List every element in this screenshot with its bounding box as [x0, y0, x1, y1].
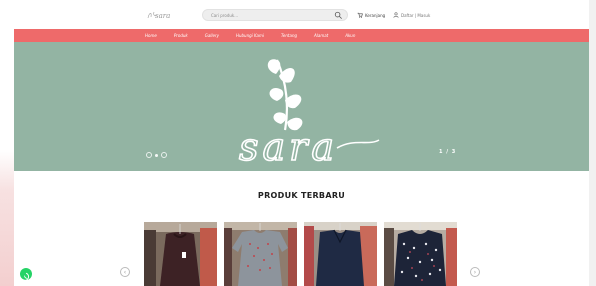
product-carousel	[144, 222, 457, 286]
next-slide-icon[interactable]	[161, 152, 167, 158]
nav-item-hubungi-kami[interactable]: Hubungi Kami	[236, 33, 264, 38]
nav-item-tentang[interactable]: Tentang	[281, 33, 297, 38]
nav-item-gallery[interactable]: Gallery	[205, 33, 219, 38]
account-link[interactable]: Daftar | Masuk	[393, 10, 430, 20]
slider-controls	[146, 152, 167, 158]
product-card[interactable]	[144, 222, 217, 286]
nav-item-akun[interactable]: Akun	[345, 33, 355, 38]
side-decoration	[0, 150, 14, 286]
slide-counter: 1 / 3	[439, 149, 457, 155]
product-card[interactable]	[304, 222, 377, 286]
whatsapp-button[interactable]	[20, 268, 32, 282]
logo-icon: sara	[147, 11, 170, 20]
nav-item-home[interactable]: Home	[145, 33, 157, 38]
account-label: Daftar | Masuk	[401, 12, 431, 18]
cart-label: Keranjang	[365, 12, 386, 18]
search-input[interactable]	[211, 10, 329, 20]
nav-item-produk[interactable]: Produk	[174, 33, 188, 38]
main-nav: Home Produk Gallery Hubungi Kami Tentang…	[14, 29, 589, 42]
hero-slider[interactable]: sara 1 / 3	[14, 42, 589, 171]
hero-brand-text: sara	[239, 125, 338, 166]
user-icon	[393, 12, 399, 18]
section-title: PRODUK TERBARU	[257, 191, 346, 200]
whatsapp-icon	[21, 272, 30, 282]
scrollbar-track[interactable]	[589, 0, 596, 286]
chevron-left-icon: ‹	[123, 268, 127, 276]
cart-link[interactable]: Keranjang	[357, 10, 385, 20]
product-photo-navy-floral-dress	[384, 222, 457, 286]
search-icon[interactable]	[334, 11, 343, 20]
search-bar	[202, 9, 348, 21]
brand-logo-leaf-icon: sara	[238, 59, 380, 166]
cart-icon	[357, 12, 363, 18]
slider-dot[interactable]	[155, 153, 158, 157]
product-photo-navy-dress	[304, 222, 377, 286]
site-logo[interactable]: sara	[146, 9, 186, 21]
product-card[interactable]	[224, 222, 297, 286]
prev-slide-icon[interactable]	[146, 152, 152, 158]
product-photo-dark-maroon-dress	[144, 222, 217, 286]
carousel-next-button[interactable]: ›	[470, 267, 480, 277]
product-photo-grey-dress	[224, 222, 297, 286]
chevron-right-icon: ›	[473, 268, 477, 276]
nav-item-alamat[interactable]: Alamat	[314, 33, 328, 38]
carousel-prev-button[interactable]: ‹	[120, 267, 130, 277]
logo-text: sara	[155, 12, 170, 20]
product-card[interactable]	[384, 222, 457, 286]
